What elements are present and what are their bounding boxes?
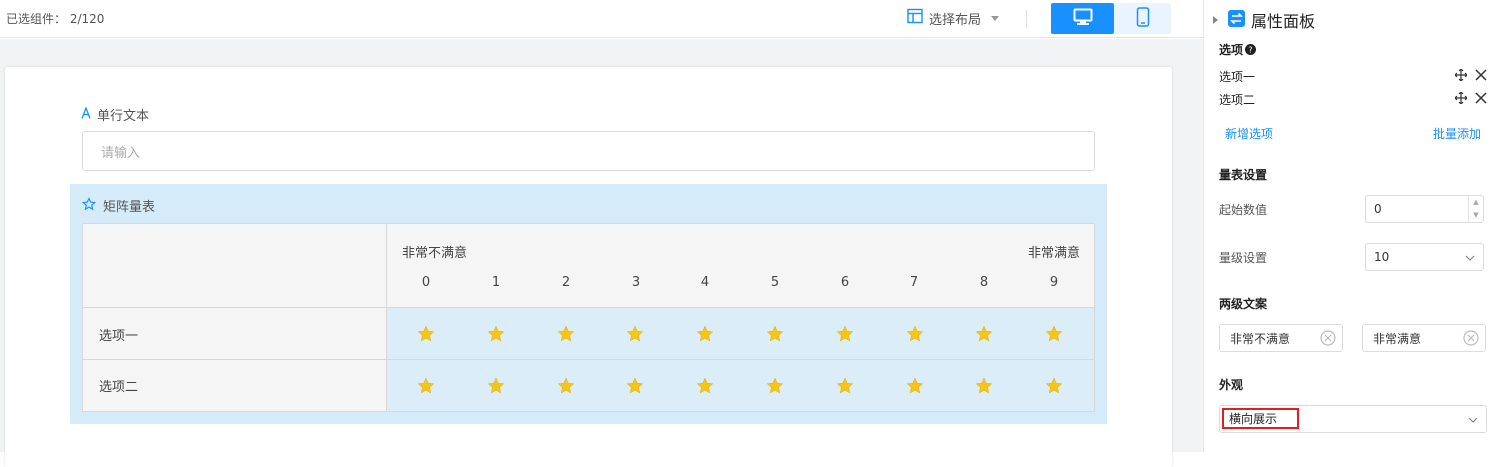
start-value-input[interactable]: 0 ▲ ▼	[1365, 195, 1484, 223]
scale-settings-title: 量表设置	[1219, 168, 1268, 182]
scale-number: 1	[491, 275, 501, 290]
scale-number: 0	[421, 275, 431, 290]
move-icon[interactable]	[1454, 91, 1468, 107]
svg-text:?: ?	[1248, 46, 1252, 55]
scale-number: 9	[1049, 275, 1059, 290]
star-outline-icon	[81, 196, 97, 215]
single-line-text-label[interactable]: 单行文本	[81, 105, 149, 124]
panel-header[interactable]: 属性面板	[1213, 8, 1315, 32]
rating-star-icon[interactable]	[766, 325, 784, 343]
option-item: 选项一	[1219, 67, 1487, 85]
rating-star-icon[interactable]	[626, 377, 644, 395]
high-end-label: 非常满意	[1027, 246, 1080, 261]
appearance-title: 外观	[1219, 378, 1244, 392]
toolbar: 已选组件： 2/120 选择布局	[0, 0, 1203, 38]
rating-star-icon[interactable]	[557, 377, 575, 395]
desktop-view-button[interactable]	[1051, 3, 1114, 34]
scale-number: 3	[631, 275, 641, 290]
text-input[interactable]: 请输入	[82, 131, 1095, 171]
swap-icon	[1228, 9, 1245, 31]
scale-number: 6	[840, 275, 850, 290]
mobile-icon	[1136, 6, 1150, 31]
clear-icon[interactable]	[1320, 330, 1336, 349]
appearance-value: 横向展示	[1222, 408, 1299, 429]
start-value-label: 起始数值	[1219, 203, 1268, 217]
levels-value: 10	[1374, 250, 1390, 264]
option-label[interactable]: 选项二	[1219, 91, 1255, 108]
help-icon[interactable]: ?	[1245, 40, 1257, 59]
selected-component-count: 已选组件： 2/120	[6, 12, 105, 26]
rating-star-icon[interactable]	[1045, 377, 1063, 395]
rating-star-icon[interactable]	[975, 377, 993, 395]
high-text-input[interactable]: 非常满意	[1362, 324, 1486, 352]
scale-number: 4	[700, 275, 710, 290]
rating-star-icon[interactable]	[836, 377, 854, 395]
panel-title: 属性面板	[1251, 12, 1316, 31]
rating-star-icon[interactable]	[557, 325, 575, 343]
scale-number: 8	[979, 275, 989, 290]
matrix-table: 非常不满意 非常满意 0 1 2 3 4 5 6 7 8 9 选项一 选项二	[82, 223, 1095, 412]
caret-down-icon	[991, 15, 1000, 21]
low-end-label: 非常不满意	[402, 246, 468, 261]
levels-select[interactable]: 10	[1365, 243, 1484, 271]
matrix-row-label: 选项二	[83, 360, 387, 411]
matrix-row-label: 选项一	[83, 308, 387, 360]
appearance-select[interactable]: 横向展示	[1219, 405, 1487, 433]
two-level-text-title: 两级文案	[1219, 297, 1268, 311]
move-icon[interactable]	[1454, 68, 1468, 84]
design-canvas: 单行文本 请输入 矩阵量表 非常不满意 非常满意 0 1 2 3 4 5 6 7…	[0, 39, 1203, 467]
rating-star-icon[interactable]	[487, 377, 505, 395]
low-text-input[interactable]: 非常不满意	[1219, 324, 1343, 352]
matrix-scale-component[interactable]: 矩阵量表 非常不满意 非常满意 0 1 2 3 4 5 6 7 8 9 选项一 …	[70, 184, 1107, 424]
scale-number: 2	[561, 275, 571, 290]
mobile-view-button[interactable]	[1114, 3, 1171, 34]
option-item: 选项二	[1219, 90, 1487, 108]
rating-star-icon[interactable]	[906, 377, 924, 395]
add-option-link[interactable]: 新增选项	[1225, 125, 1273, 142]
text-a-icon	[81, 105, 91, 123]
low-text-value: 非常不满意	[1230, 331, 1291, 346]
clear-icon[interactable]	[1463, 330, 1479, 349]
matrix-title-text: 矩阵量表	[103, 200, 156, 215]
divider	[1026, 10, 1027, 28]
matrix-header: 非常不满意 非常满意 0 1 2 3 4 5 6 7 8 9	[387, 224, 1094, 308]
properties-panel: 属性面板 选项 ? 选项一 选项二 新增选项 批量添加 量表设置 起始数值 0 …	[1203, 0, 1496, 452]
field-label: 单行文本	[97, 109, 150, 124]
rating-star-icon[interactable]	[417, 377, 435, 395]
layout-select[interactable]: 选择布局	[907, 8, 1000, 28]
rating-star-icon[interactable]	[906, 325, 924, 343]
rating-star-icon[interactable]	[696, 377, 714, 395]
options-section-title: 选项 ?	[1219, 40, 1257, 59]
batch-add-link[interactable]: 批量添加	[1433, 125, 1481, 142]
options-title: 选项	[1219, 43, 1244, 57]
high-text-value: 非常满意	[1373, 331, 1422, 346]
rating-star-icon[interactable]	[417, 325, 435, 343]
start-value-text: 0	[1374, 202, 1382, 216]
rating-star-icon[interactable]	[1045, 325, 1063, 343]
scale-number: 7	[909, 275, 919, 290]
matrix-header-corner	[83, 224, 387, 308]
matrix-title: 矩阵量表	[81, 196, 156, 215]
rating-star-icon[interactable]	[975, 325, 993, 343]
rating-star-icon[interactable]	[626, 325, 644, 343]
chevron-down-icon	[1468, 414, 1478, 428]
number-stepper[interactable]: ▲ ▼	[1468, 196, 1483, 222]
close-icon[interactable]	[1475, 68, 1487, 84]
rating-star-icon[interactable]	[696, 325, 714, 343]
rating-star-icon[interactable]	[487, 325, 505, 343]
expand-triangle-icon	[1213, 16, 1218, 24]
scale-number: 5	[770, 275, 780, 290]
rating-star-icon[interactable]	[766, 377, 784, 395]
desktop-icon	[1073, 8, 1093, 30]
levels-label: 量级设置	[1219, 251, 1268, 265]
form-card: 单行文本 请输入 矩阵量表 非常不满意 非常满意 0 1 2 3 4 5 6 7…	[5, 67, 1172, 467]
close-icon[interactable]	[1475, 91, 1487, 107]
layout-select-label: 选择布局	[929, 12, 982, 28]
layout-icon	[907, 8, 923, 28]
option-label[interactable]: 选项一	[1219, 68, 1255, 85]
chevron-down-icon	[1465, 252, 1475, 266]
rating-star-icon[interactable]	[836, 325, 854, 343]
